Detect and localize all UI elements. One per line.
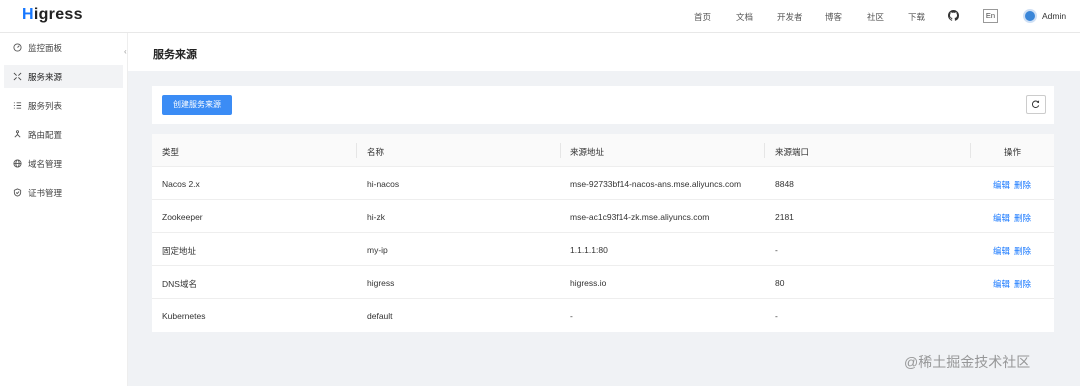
nav-docs[interactable]: 文档: [736, 11, 753, 23]
watermark: @稀土掘金技术社区: [904, 354, 1031, 370]
cell-address: higress.io: [570, 278, 607, 288]
shield-icon: [13, 188, 22, 197]
col-name: 名称: [367, 147, 385, 157]
service-source-table: 类型 名称 来源地址 来源端口 操作 Nacos 2.x hi-nacos ms…: [152, 134, 1054, 332]
edit-link[interactable]: 编辑: [993, 278, 1010, 290]
sidebar-item-label: 域名管理: [28, 158, 63, 169]
cell-type: DNS域名: [162, 279, 197, 289]
nav-community[interactable]: 社区: [867, 11, 884, 23]
table-row: Zookeeper hi-zk mse-ac1c93f14-zk.mse.ali…: [152, 200, 1054, 233]
delete-link[interactable]: 删除: [1014, 278, 1031, 290]
cell-type: Zookeeper: [162, 212, 203, 222]
column-divider: [560, 143, 561, 158]
cell-name: default: [367, 311, 393, 321]
table-row: 固定地址 my-ip 1.1.1.1:80 - 编辑 删除: [152, 233, 1054, 266]
table-header: 类型 名称 来源地址 来源端口 操作: [152, 134, 1054, 167]
sidebar-item-route[interactable]: 路由配置: [4, 123, 123, 146]
cell-port: 8848: [775, 179, 794, 189]
sidebar-item-label: 服务来源: [28, 71, 63, 82]
cell-name: hi-nacos: [367, 179, 400, 189]
page-title: 服务来源: [153, 49, 197, 61]
col-port: 来源端口: [775, 147, 810, 157]
sidebar-item-label: 证书管理: [28, 187, 63, 198]
route-icon: [14, 130, 21, 138]
delete-link[interactable]: 删除: [1014, 212, 1031, 224]
cell-address: mse-92733bf14-nacos-ans.mse.aliyuncs.com: [570, 179, 742, 189]
table-row: Kubernetes default - -: [152, 299, 1054, 332]
nav-home[interactable]: 首页: [694, 11, 711, 23]
toolbar: 创建服务来源: [152, 86, 1054, 124]
cell-name: hi-zk: [367, 212, 385, 222]
sidebar-item-service-source[interactable]: 服务来源: [4, 65, 123, 88]
cell-address: -: [570, 311, 573, 321]
cell-address: 1.1.1.1:80: [570, 245, 608, 255]
page-header: 服务来源: [128, 33, 1080, 71]
cell-type: 固定地址: [162, 246, 197, 256]
cell-port: 80: [775, 278, 785, 288]
column-divider: [764, 143, 765, 158]
list-icon: [13, 102, 22, 109]
sidebar-item-label: 路由配置: [28, 129, 63, 140]
cell-address: mse-ac1c93f14-zk.mse.aliyuncs.com: [570, 212, 710, 222]
edit-link[interactable]: 编辑: [993, 179, 1010, 191]
user-name[interactable]: Admin: [1042, 11, 1066, 21]
nav-developer[interactable]: 开发者: [777, 11, 803, 23]
cell-type: Nacos 2.x: [162, 179, 200, 189]
col-actions: 操作: [1004, 147, 1022, 157]
sidebar: 监控面板 服务来源 服务列表 路由配置 域名管理 证书管理: [0, 33, 128, 386]
cell-port: -: [775, 311, 778, 321]
avatar[interactable]: [1023, 9, 1037, 23]
col-address: 来源地址: [570, 147, 605, 157]
sidebar-collapse-icon[interactable]: ‹: [124, 47, 127, 56]
sidebar-item-certificate[interactable]: 证书管理: [4, 181, 123, 204]
sidebar-item-label: 服务列表: [28, 100, 63, 111]
sidebar-item-service-list[interactable]: 服务列表: [4, 94, 123, 117]
sidebar-item-domain[interactable]: 域名管理: [4, 152, 123, 175]
sidebar-item-dashboard[interactable]: 监控面板: [4, 36, 123, 59]
top-header: Higress 首页 文档 开发者 博客 社区 下载 En Admin: [0, 0, 1080, 33]
edit-link[interactable]: 编辑: [993, 245, 1010, 257]
table-row: DNS域名 higress higress.io 80 编辑 删除: [152, 266, 1054, 299]
column-divider: [356, 143, 357, 158]
cell-port: -: [775, 245, 778, 255]
language-toggle[interactable]: En: [983, 9, 998, 23]
globe-icon: [13, 159, 22, 168]
cell-name: higress: [367, 278, 395, 288]
github-icon[interactable]: [948, 10, 959, 21]
col-type: 类型: [162, 147, 180, 157]
create-service-source-button[interactable]: 创建服务来源: [162, 95, 232, 115]
refresh-button[interactable]: [1026, 95, 1046, 114]
refresh-icon: [1031, 100, 1040, 108]
cell-port: 2181: [775, 212, 794, 222]
cell-name: my-ip: [367, 245, 388, 255]
dashboard-icon: [13, 43, 22, 52]
edit-link[interactable]: 编辑: [993, 212, 1010, 224]
higress-logo[interactable]: Higress: [22, 6, 83, 24]
delete-link[interactable]: 删除: [1014, 179, 1031, 191]
delete-link[interactable]: 删除: [1014, 245, 1031, 257]
cell-type: Kubernetes: [162, 311, 206, 321]
column-divider: [970, 143, 971, 158]
nav-download[interactable]: 下载: [908, 11, 925, 23]
table-row: Nacos 2.x hi-nacos mse-92733bf14-nacos-a…: [152, 167, 1054, 200]
nav-blog[interactable]: 博客: [825, 11, 842, 23]
sidebar-item-label: 监控面板: [28, 42, 63, 53]
service-source-icon: [13, 72, 22, 81]
